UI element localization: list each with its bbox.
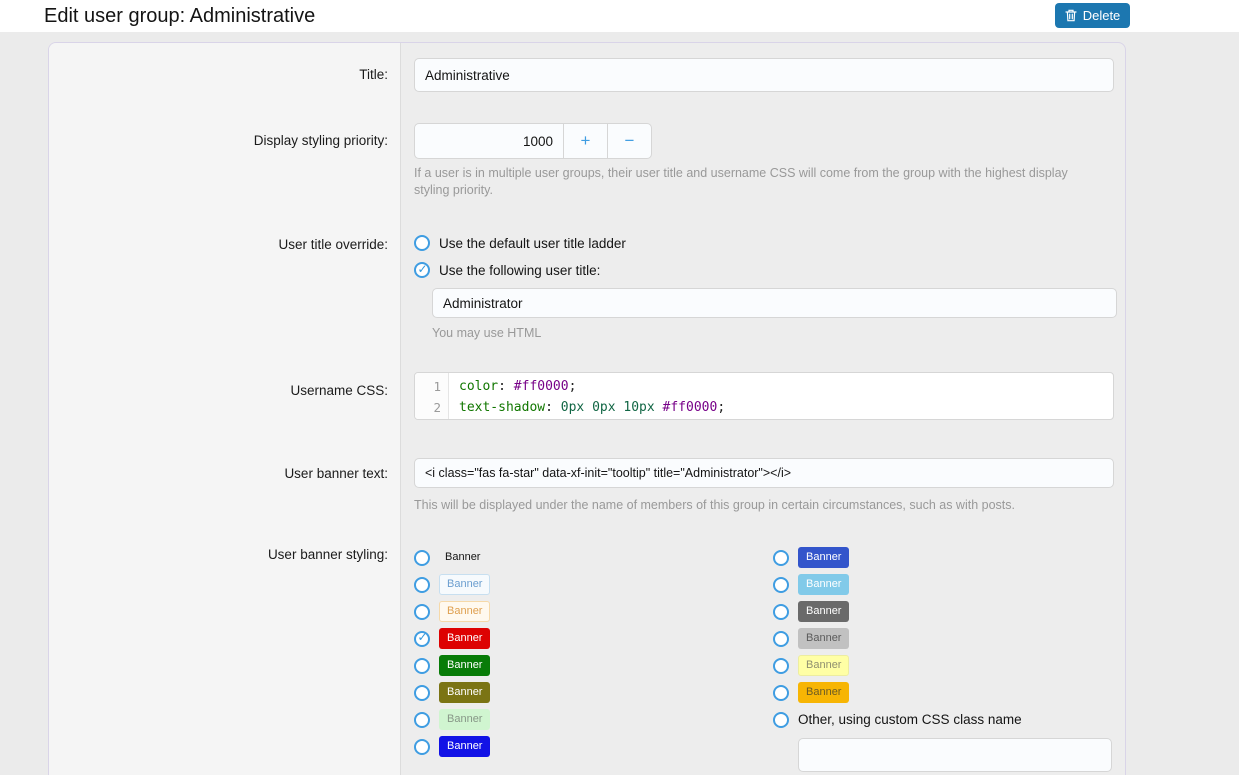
priority-increment-button[interactable]: + <box>563 124 607 158</box>
row-user-title-override: User title override: Use the default use… <box>49 234 1125 340</box>
banner-preview-none: Banner <box>439 547 488 568</box>
priority-decrement-button[interactable]: − <box>607 124 651 158</box>
banner-style-option-light-green[interactable]: Banner <box>414 706 773 733</box>
radio-unchecked-icon[interactable] <box>773 550 789 566</box>
user-banner-styling-label: User banner styling: <box>49 544 402 772</box>
radio-unchecked-icon[interactable] <box>414 604 430 620</box>
radio-unchecked-icon[interactable] <box>414 712 430 728</box>
code-line: text-shadow: 0px 0px 10px #ff0000; <box>459 397 725 418</box>
radio-unchecked-icon[interactable] <box>773 604 789 620</box>
user-title-override-label: User title override: <box>49 234 402 340</box>
row-display-styling-priority: Display styling priority: + − If a user … <box>49 123 1125 199</box>
user-banner-text-label: User banner text: <box>49 458 402 514</box>
user-title-input[interactable] <box>432 288 1117 318</box>
banner-style-option-other[interactable]: Other, using custom CSS class name <box>773 706 1114 733</box>
banner-preview-sky-blue: Banner <box>798 574 849 595</box>
line-number: 2 <box>415 397 441 418</box>
radio-unchecked-icon[interactable] <box>414 550 430 566</box>
user-banner-text-input[interactable] <box>414 458 1114 488</box>
code-line: color: #ff0000; <box>459 376 725 397</box>
banner-preview-green: Banner <box>439 655 490 676</box>
code-editor-line-numbers: 12 <box>415 373 449 419</box>
user-banner-text-explain: This will be displayed under the name of… <box>414 497 1114 514</box>
banner-style-option-gray[interactable]: Banner <box>773 598 1114 625</box>
radio-unchecked-icon[interactable] <box>773 712 789 728</box>
banner-style-column-left: Banner Banner Banner Banner Banner Banner Bann… <box>414 544 773 760</box>
radio-checked-icon[interactable] <box>414 631 430 647</box>
banner-preview-olive: Banner <box>439 682 490 703</box>
radio-checked-icon[interactable] <box>414 262 430 278</box>
row-user-banner-text: User banner text: This will be displayed… <box>49 458 1125 514</box>
radio-unchecked-icon[interactable] <box>414 577 430 593</box>
banner-style-option-red[interactable]: Banner <box>414 625 773 652</box>
banner-preview-orange: Banner <box>798 682 849 703</box>
username-css-code-editor[interactable]: 12 color: #ff0000;text-shadow: 0px 0px 1… <box>414 372 1114 420</box>
radio-unchecked-icon[interactable] <box>773 685 789 701</box>
edit-user-group-form: Title: Display styling priority: + − If … <box>48 42 1126 775</box>
line-number: 1 <box>415 376 441 397</box>
banner-style-column-right: Banner Banner Banner Banner Banner Banner Othe… <box>773 544 1114 772</box>
username-css-label: Username CSS: <box>49 372 402 420</box>
row-title: Title: <box>49 58 1125 92</box>
user-title-hint: You may use HTML <box>432 326 1117 340</box>
top-bar: Edit user group: Administrative Delete <box>0 0 1239 32</box>
banner-preview-light-green: Banner <box>439 709 490 730</box>
priority-label: Display styling priority: <box>49 123 402 199</box>
banner-style-other-label: Other, using custom CSS class name <box>798 712 1022 727</box>
banner-preview-red: Banner <box>439 628 490 649</box>
banner-style-option-orange[interactable]: Banner <box>773 679 1114 706</box>
custom-css-class-input[interactable] <box>798 738 1112 772</box>
delete-button[interactable]: Delete <box>1055 3 1130 28</box>
banner-style-option-green[interactable]: Banner <box>414 652 773 679</box>
banner-style-option-royal-blue[interactable]: Banner <box>773 544 1114 571</box>
trash-icon <box>1065 9 1077 22</box>
row-username-css: Username CSS: 12 color: #ff0000;text-sha… <box>49 372 1125 420</box>
code-editor-content[interactable]: color: #ff0000;text-shadow: 0px 0px 10px… <box>449 373 725 419</box>
radio-unchecked-icon[interactable] <box>773 658 789 674</box>
user-title-custom-option-label: Use the following user title: <box>439 263 600 278</box>
page-title: Edit user group: Administrative <box>44 5 315 28</box>
radio-unchecked-icon[interactable] <box>773 631 789 647</box>
title-input[interactable] <box>414 58 1114 92</box>
radio-unchecked-icon[interactable] <box>414 658 430 674</box>
radio-unchecked-icon[interactable] <box>414 685 430 701</box>
banner-style-option-sky-blue[interactable]: Banner <box>773 571 1114 598</box>
radio-unchecked-icon[interactable] <box>773 577 789 593</box>
banner-preview-primary: Banner <box>439 574 490 595</box>
banner-preview-royal-blue: Banner <box>798 547 849 568</box>
banner-style-option-none[interactable]: Banner <box>414 544 773 571</box>
banner-preview-blue: Banner <box>439 736 490 757</box>
radio-unchecked-icon[interactable] <box>414 235 430 251</box>
priority-number-stepper: + − <box>414 123 652 159</box>
banner-style-option-blue[interactable]: Banner <box>414 733 773 760</box>
delete-button-label: Delete <box>1083 8 1121 23</box>
banner-style-option-accent[interactable]: Banner <box>414 598 773 625</box>
user-title-custom-option[interactable]: Use the following user title: <box>414 261 1117 279</box>
radio-unchecked-icon[interactable] <box>414 739 430 755</box>
banner-style-option-olive[interactable]: Banner <box>414 679 773 706</box>
priority-input[interactable] <box>415 124 563 158</box>
banner-preview-silver: Banner <box>798 628 849 649</box>
banner-style-option-yellow[interactable]: Banner <box>773 652 1114 679</box>
banner-style-option-primary[interactable]: Banner <box>414 571 773 598</box>
banner-preview-gray: Banner <box>798 601 849 622</box>
user-title-default-option-label: Use the default user title ladder <box>439 236 626 251</box>
priority-explain-text: If a user is in multiple user groups, th… <box>414 165 1106 199</box>
row-user-banner-styling: User banner styling: BannerBannerBannerB… <box>49 544 1125 772</box>
banner-preview-yellow: Banner <box>798 655 849 676</box>
title-label: Title: <box>49 58 402 92</box>
banner-style-option-silver[interactable]: Banner <box>773 625 1114 652</box>
user-title-default-option[interactable]: Use the default user title ladder <box>414 234 1117 252</box>
banner-preview-accent: Banner <box>439 601 490 622</box>
